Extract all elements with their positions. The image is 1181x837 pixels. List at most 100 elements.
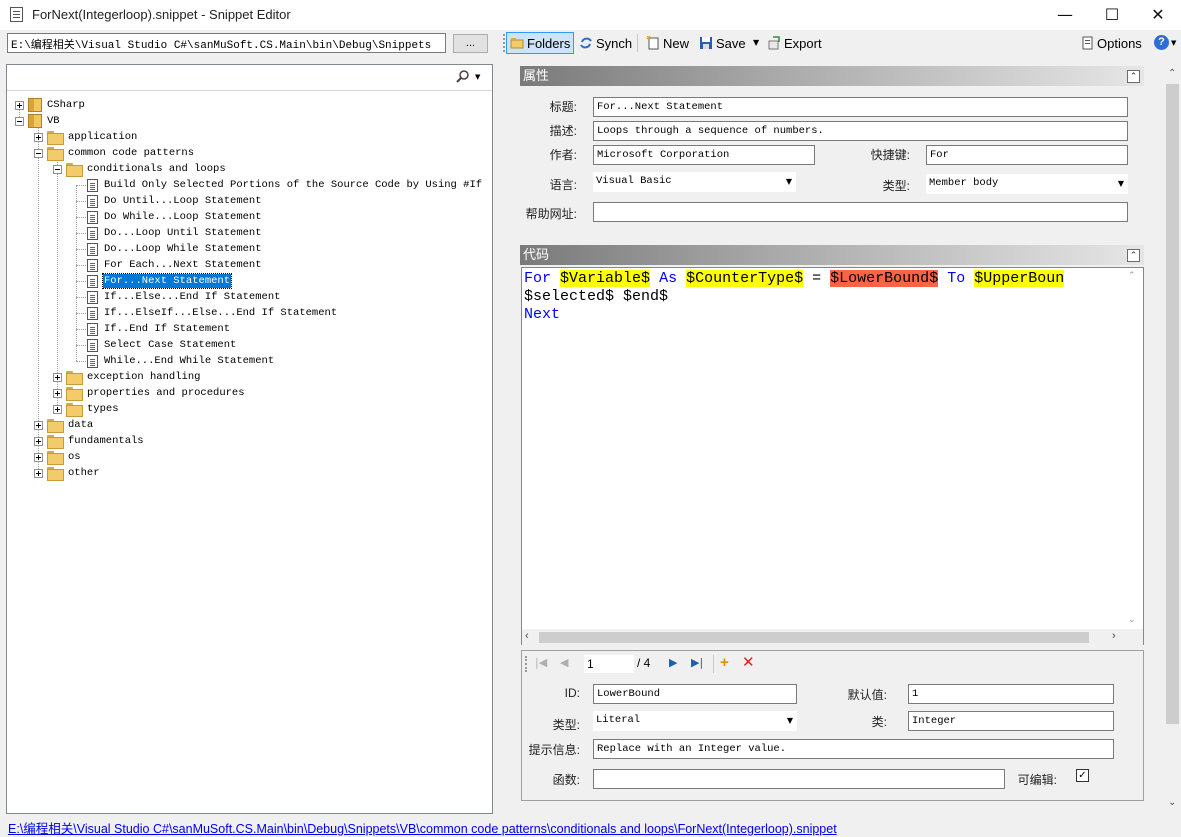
placeholder-upperbound[interactable]: $UpperBoun <box>974 270 1065 287</box>
code-horizontal-scrollbar[interactable]: ‹ › <box>522 629 1143 645</box>
editable-label: 可编辑: <box>1017 773 1057 787</box>
scroll-left-arrow[interactable]: ‹ <box>525 630 529 642</box>
title-bar: ForNext(Integerloop).snippet - Snippet E… <box>0 0 1181 30</box>
tree-node-exception-handling[interactable]: exception handling <box>53 369 201 385</box>
tree-snippet-if-end-if[interactable]: If..End If Statement <box>87 321 231 337</box>
shortcut-label: 快捷键: <box>870 148 910 162</box>
author-field[interactable]: Microsoft Corporation <box>593 145 815 165</box>
tree-snippet-do-while-loop[interactable]: Do While...Loop Statement <box>87 209 263 225</box>
expand-icon[interactable] <box>34 420 43 430</box>
tree-snippet-if-else-end-if[interactable]: If...Else...End If Statement <box>87 289 281 305</box>
export-button[interactable]: Export <box>764 32 825 54</box>
tree-node-conditionals-and-loops[interactable]: conditionals and loops <box>53 161 227 177</box>
next-literal-button[interactable]: ▶ <box>669 656 677 669</box>
snippets-folder-path-input[interactable]: E:\编程相关\Visual Studio C#\sanMuSoft.CS.Ma… <box>7 33 446 53</box>
save-button[interactable]: Save <box>696 32 749 54</box>
collapse-code-icon[interactable]: ⌃ <box>1127 249 1140 262</box>
help-url-field[interactable] <box>593 202 1128 222</box>
tooltip-field[interactable]: Replace with an Integer value. <box>593 739 1114 759</box>
placeholder-variable[interactable]: $Variable$ <box>560 270 651 287</box>
tree-snippet-if-elseif-else[interactable]: If...ElseIf...Else...End If Statement <box>87 305 338 321</box>
tree-snippet-do-until-loop[interactable]: Do Until...Loop Statement <box>87 193 263 209</box>
tree-snippet-do-loop-while[interactable]: Do...Loop While Statement <box>87 241 263 257</box>
type-select[interactable]: Member body ▼ <box>926 174 1128 194</box>
tree-node-fundamentals[interactable]: fundamentals <box>34 433 145 449</box>
expand-icon[interactable] <box>34 452 43 462</box>
language-select[interactable]: Visual Basic ▼ <box>593 172 796 192</box>
synch-button[interactable]: Synch <box>576 32 635 54</box>
scrollbar-thumb[interactable] <box>1166 84 1179 724</box>
search-icon[interactable] <box>456 70 470 87</box>
expand-icon[interactable] <box>15 100 24 110</box>
placeholder-lowerbound[interactable]: $LowerBound$ <box>830 270 939 287</box>
description-field[interactable]: Loops through a sequence of numbers. <box>593 121 1128 141</box>
scroll-down-arrow[interactable]: ⌄ <box>1168 797 1176 808</box>
tree-node-data[interactable]: data <box>34 417 94 433</box>
collapse-icon[interactable] <box>15 116 24 126</box>
literal-id-field[interactable]: LowerBound <box>593 684 797 704</box>
placeholder-countertype[interactable]: $CounterType$ <box>686 270 804 287</box>
tree-node-common-code-patterns[interactable]: common code patterns <box>34 145 195 161</box>
previous-literal-button[interactable]: ◀ <box>560 656 568 669</box>
collapse-icon[interactable] <box>53 164 62 174</box>
collapse-properties-icon[interactable]: ⌃ <box>1127 70 1140 83</box>
main-vertical-scrollbar[interactable]: ⌃ ⌄ <box>1164 64 1181 815</box>
tree-snippet-for-next-selected[interactable]: For...Next Statement <box>87 273 233 289</box>
literal-id-label: ID: <box>564 686 580 700</box>
tree-snippet-do-loop-until[interactable]: Do...Loop Until Statement <box>87 225 263 241</box>
code-editor[interactable]: For $Variable$ As $CounterType$ = $Lower… <box>521 267 1144 645</box>
maximize-button[interactable]: ☐ <box>1089 0 1135 30</box>
language-label: 语言: <box>549 178 577 192</box>
snippet-file-path-link[interactable]: E:\编程相关\Visual Studio C#\sanMuSoft.CS.Ma… <box>8 818 837 837</box>
delete-literal-icon[interactable]: ✕ <box>742 653 755 671</box>
scroll-right-arrow[interactable]: › <box>1112 630 1116 642</box>
class-field[interactable]: Integer <box>908 711 1114 731</box>
browse-button[interactable]: ... <box>453 34 488 53</box>
help-dropdown-arrow[interactable]: ▼ <box>1171 39 1176 47</box>
save-dropdown-arrow[interactable]: ▼ <box>753 38 759 47</box>
close-button[interactable]: ✕ <box>1135 0 1181 30</box>
tree-snippet-build-only-selected[interactable]: Build Only Selected Portions of the Sour… <box>87 177 483 193</box>
expand-icon[interactable] <box>53 388 62 398</box>
tree-node-other[interactable]: other <box>34 465 101 481</box>
tree-snippet-while-end-while[interactable]: While...End While Statement <box>87 353 275 369</box>
function-field[interactable] <box>593 769 1005 789</box>
minimize-button[interactable]: — <box>1042 0 1088 30</box>
class-label: 类: <box>871 715 887 729</box>
options-button[interactable]: Options <box>1077 32 1145 54</box>
tree-node-types[interactable]: types <box>53 401 120 417</box>
expand-icon[interactable] <box>53 372 62 382</box>
collapse-icon[interactable] <box>34 148 43 158</box>
scroll-up-arrow[interactable]: ⌃ <box>1168 68 1176 79</box>
expand-icon[interactable] <box>34 436 43 446</box>
folder-icon <box>66 371 83 385</box>
tree-node-properties-and-procedures[interactable]: properties and procedures <box>53 385 246 401</box>
folder-open-icon <box>66 163 83 177</box>
tree-node-application[interactable]: application <box>34 129 138 145</box>
literal-position-input[interactable]: 1 <box>584 655 634 673</box>
search-options-dropdown[interactable]: ▼ <box>475 73 480 81</box>
expand-icon[interactable] <box>34 132 43 142</box>
tree-snippet-for-each-next[interactable]: For Each...Next Statement <box>87 257 263 273</box>
help-icon[interactable]: ? <box>1154 35 1169 50</box>
literal-type-select[interactable]: Literal ▼ <box>593 711 797 731</box>
tree-node-os[interactable]: os <box>34 449 82 465</box>
expand-icon[interactable] <box>34 468 43 478</box>
expand-icon[interactable] <box>53 404 62 414</box>
tree-snippet-select-case[interactable]: Select Case Statement <box>87 337 237 353</box>
tree-node-vb[interactable]: VB <box>15 113 61 129</box>
scroll-down-arrow[interactable]: ⌄ <box>1128 614 1136 625</box>
editable-checkbox[interactable]: ✓ <box>1076 769 1089 782</box>
scrollbar-thumb[interactable] <box>539 632 1089 643</box>
last-literal-button[interactable]: ▶| <box>691 656 703 669</box>
folders-button[interactable]: Folders <box>506 32 575 54</box>
title-field[interactable]: For...Next Statement <box>593 97 1128 117</box>
tree-node-csharp[interactable]: CSharp <box>15 97 86 113</box>
add-literal-icon[interactable]: + <box>720 654 729 671</box>
first-literal-button[interactable]: |◀ <box>535 656 547 669</box>
scroll-up-arrow[interactable]: ⌃ <box>1128 270 1136 281</box>
shortcut-field[interactable]: For <box>926 145 1128 165</box>
default-value-field[interactable]: 1 <box>908 684 1114 704</box>
new-button[interactable]: New <box>643 32 692 54</box>
snippet-file-icon <box>87 322 98 336</box>
